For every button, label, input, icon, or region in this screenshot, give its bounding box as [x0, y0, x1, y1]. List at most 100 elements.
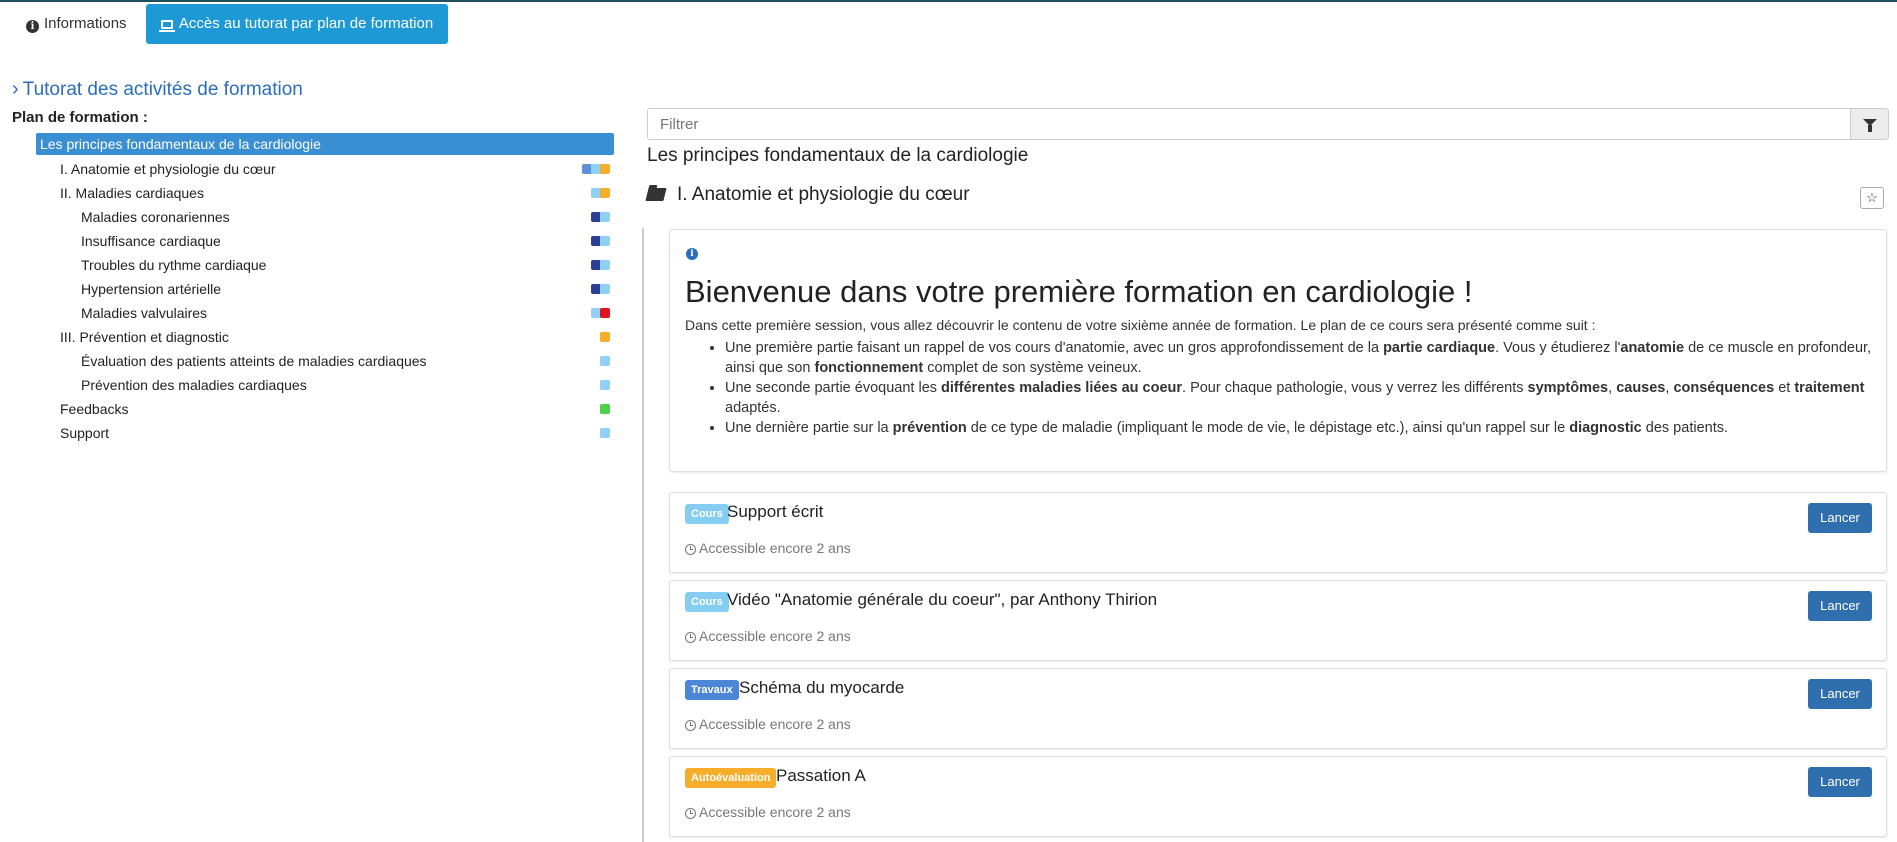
welcome-intro: Dans cette première session, vous allez …	[685, 317, 1596, 333]
status-indicators	[591, 284, 610, 294]
plan-item-label: Les principes fondamentaux de la cardiol…	[40, 136, 321, 152]
welcome-panel: i Bienvenue dans votre première formatio…	[669, 229, 1887, 472]
laptop-icon	[158, 20, 175, 32]
plan-item-label: Maladies coronariennes	[81, 209, 230, 225]
plan-item-label: Hypertension artérielle	[81, 281, 222, 297]
plan-item[interactable]: Maladies coronariennes	[36, 205, 614, 229]
welcome-list: Une première partie faisant un rappel de…	[685, 338, 1875, 438]
text-segment: Une dernière partie sur la	[725, 420, 893, 436]
plan-item[interactable]: Support	[36, 421, 614, 445]
tab-informations[interactable]: i Informations	[14, 8, 139, 40]
plan-item-label: Support	[60, 425, 110, 441]
section-title-label: Tutorat des activités de formation	[22, 79, 303, 100]
plan-item[interactable]: Les principes fondamentaux de la cardiol…	[36, 133, 614, 155]
activity-type-badge: Travaux	[685, 680, 739, 700]
launch-button[interactable]: Lancer	[1808, 503, 1872, 533]
status-dot	[600, 404, 610, 414]
vertical-divider	[642, 228, 644, 842]
course-title: Les principes fondamentaux de la cardiol…	[647, 145, 1029, 166]
welcome-bullet: Une dernière partie sur la prévention de…	[725, 418, 1875, 438]
plan-item[interactable]: Troubles du rythme cardiaque	[36, 253, 614, 277]
clock-icon	[685, 544, 696, 555]
status-dot	[600, 332, 610, 342]
activity-type-badge: Cours	[685, 504, 729, 524]
tab-acces-tutorat-label: Accès au tutorat par plan de formation	[178, 15, 434, 32]
clock-icon	[685, 808, 696, 819]
status-indicators	[591, 260, 610, 270]
activity-title: Vidéo "Anatomie générale du coeur", par …	[727, 590, 1158, 609]
status-dot	[600, 308, 610, 318]
plan-item[interactable]: Évaluation des patients atteints de mala…	[36, 349, 614, 373]
welcome-bullet: Une seconde partie évoquant les différen…	[725, 378, 1875, 418]
text-segment: des patients.	[1641, 420, 1728, 436]
text-segment: et	[1774, 380, 1795, 396]
launch-button[interactable]: Lancer	[1808, 679, 1872, 709]
status-indicators	[600, 332, 610, 342]
text-segment: adaptés.	[725, 400, 781, 416]
text-segment: complet de son système veineux.	[923, 360, 1142, 376]
funnel-icon	[1863, 119, 1877, 132]
status-dot	[600, 236, 610, 246]
activity-card: Cours Support écrit Accessible encore 2 an…	[669, 492, 1887, 573]
filter-input[interactable]	[647, 108, 1852, 140]
activity-access: Accessible encore 2 ans	[685, 628, 851, 644]
filter-button[interactable]	[1850, 108, 1889, 140]
activity-type-badge: Autoévaluation	[685, 768, 777, 788]
activity-access: Accessible encore 2 ans	[685, 804, 851, 820]
bold-text: traitement	[1794, 380, 1865, 396]
activity-title: Schéma du myocarde	[739, 678, 905, 697]
folder-header[interactable]: I. Anatomie et physiologie du cœur	[645, 184, 970, 206]
star-icon: ☆	[1866, 190, 1878, 205]
activity-access-label: Accessible encore 2 ans	[699, 540, 851, 556]
welcome-bullet: Une première partie faisant un rappel de…	[725, 338, 1875, 378]
plan-item-label: Prévention des maladies cardiaques	[81, 377, 307, 393]
text-segment: de ce type de maladie (impliquant le mod…	[966, 420, 1570, 436]
status-dot	[600, 380, 610, 390]
status-indicators	[591, 212, 610, 222]
launch-button[interactable]: Lancer	[1808, 767, 1872, 797]
text-segment: ,	[1608, 380, 1617, 396]
bold-text: partie cardiaque	[1383, 340, 1496, 356]
bold-text: diagnostic	[1569, 420, 1642, 436]
plan-item-label: Feedbacks	[60, 401, 129, 417]
text-segment: . Vous y étudierez l'	[1495, 340, 1621, 356]
status-indicators	[600, 356, 610, 366]
plan-item[interactable]: I. Anatomie et physiologie du cœur	[36, 157, 614, 181]
tab-acces-tutorat[interactable]: Accès au tutorat par plan de formation	[146, 4, 448, 44]
bold-text: prévention	[892, 420, 967, 436]
plan-item[interactable]: Hypertension artérielle	[36, 277, 614, 301]
text-segment: Une première partie faisant un rappel de…	[725, 340, 1384, 356]
status-indicators	[582, 164, 610, 174]
plan-item[interactable]: II. Maladies cardiaques	[36, 181, 614, 205]
folder-open-icon	[645, 188, 667, 201]
activity-card: Travaux Schéma du myocarde Accessible enco…	[669, 668, 1887, 749]
plan-item[interactable]: III. Prévention et diagnostic	[36, 325, 614, 349]
status-indicators	[591, 188, 610, 198]
favorite-button[interactable]: ☆	[1860, 187, 1884, 209]
plan-item[interactable]: Feedbacks	[36, 397, 614, 421]
top-border	[0, 0, 1897, 2]
status-dot	[600, 428, 610, 438]
plan-item-label: Évaluation des patients atteints de mala…	[81, 353, 427, 369]
plan-tree: Les principes fondamentaux de la cardiol…	[36, 133, 614, 445]
bold-text: fonctionnement	[814, 360, 924, 376]
section-title[interactable]: › Tutorat des activités de formation	[12, 78, 303, 101]
plan-item[interactable]: Insuffisance cardiaque	[36, 229, 614, 253]
plan-item[interactable]: Maladies valvulaires	[36, 301, 614, 325]
status-dot	[600, 188, 610, 198]
activity-access-label: Accessible encore 2 ans	[699, 716, 851, 732]
bold-text: symptômes	[1527, 380, 1609, 396]
bold-text: causes	[1616, 380, 1666, 396]
clock-icon	[685, 632, 696, 643]
plan-item[interactable]: Prévention des maladies cardiaques	[36, 373, 614, 397]
plan-item-label: II. Maladies cardiaques	[60, 185, 204, 201]
text-segment: . Pour chaque pathologie, vous y verrez …	[1182, 380, 1528, 396]
activity-access-label: Accessible encore 2 ans	[699, 628, 851, 644]
activity-card: Autoévaluation Passation A Accessible enco…	[669, 756, 1887, 837]
text-segment: Une seconde partie évoquant les	[725, 380, 942, 396]
activity-access: Accessible encore 2 ans	[685, 716, 851, 732]
launch-button[interactable]: Lancer	[1808, 591, 1872, 621]
status-dot	[600, 212, 610, 222]
plan-item-label: Insuffisance cardiaque	[81, 233, 221, 249]
info-icon: i	[686, 248, 698, 260]
